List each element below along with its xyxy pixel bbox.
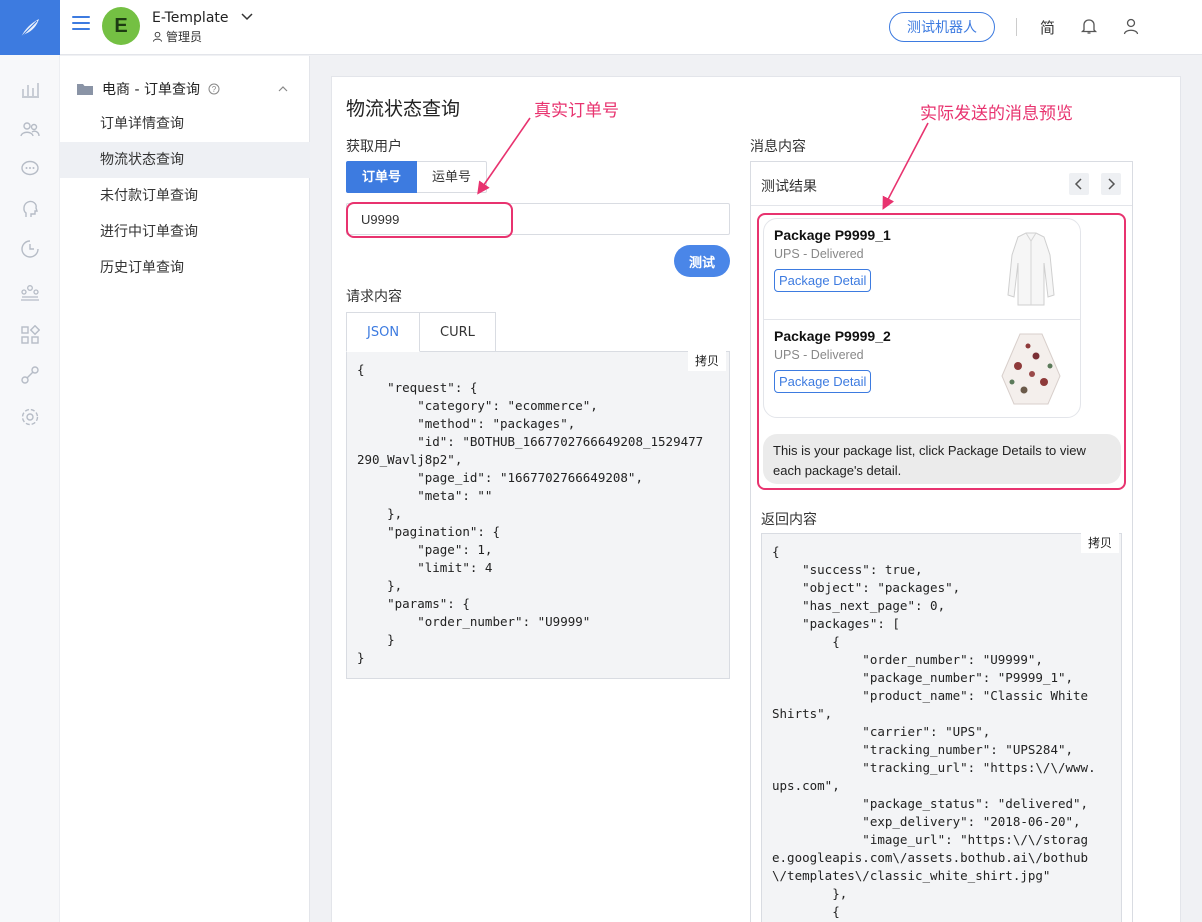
chevron-down-icon[interactable] xyxy=(240,10,254,24)
link-icon[interactable] xyxy=(20,365,40,385)
bell-icon[interactable] xyxy=(1080,17,1098,35)
icon-rail xyxy=(0,55,60,922)
annotation-order-highlight xyxy=(346,202,513,238)
tab-curl[interactable]: CURL xyxy=(420,312,496,352)
feather-logo-icon xyxy=(20,18,39,37)
sidebar-item-ongoing-orders[interactable]: 进行中订单查询 xyxy=(60,214,310,250)
top-bar: E E-Template 管理员 测试机器人 简 xyxy=(60,0,1202,55)
preview-title: 测试结果 xyxy=(761,179,817,195)
get-user-label: 获取用户 xyxy=(346,139,402,155)
preview-header: 测试结果 xyxy=(751,162,1132,206)
request-label: 请求内容 xyxy=(346,289,402,305)
user-source-toggle: 订单号 运单号 xyxy=(346,161,488,193)
language-toggle[interactable]: 简 xyxy=(1040,17,1055,38)
svg-text:?: ? xyxy=(212,85,217,94)
next-arrow-icon[interactable] xyxy=(1101,173,1121,195)
role-label: 管理员 xyxy=(166,30,203,44)
sidebar-item-history-orders[interactable]: 历史订单查询 xyxy=(60,250,310,286)
tab-json[interactable]: JSON xyxy=(346,312,421,352)
response-label: 返回内容 xyxy=(761,512,817,528)
request-tabs: JSON CURL xyxy=(346,312,496,352)
sidebar-group-ecommerce[interactable]: 电商 - 订单查询 ? xyxy=(76,78,293,100)
apps-icon[interactable] xyxy=(20,325,40,345)
app-logo[interactable] xyxy=(0,0,60,55)
template-name[interactable]: E-Template xyxy=(152,10,229,26)
chat-icon[interactable] xyxy=(20,159,40,179)
sidebar-item-order-detail[interactable]: 订单详情查询 xyxy=(60,106,310,142)
annotation-real-order: 真实订单号 xyxy=(534,101,619,121)
clock-icon[interactable] xyxy=(20,239,40,259)
prev-arrow-icon[interactable] xyxy=(1069,173,1089,195)
template-avatar[interactable]: E xyxy=(102,7,140,45)
menu-toggle-icon[interactable] xyxy=(72,16,90,30)
user-role: 管理员 xyxy=(152,28,202,45)
team-icon[interactable] xyxy=(20,283,40,303)
gear-icon[interactable] xyxy=(20,407,40,427)
annotation-preview-highlight xyxy=(757,213,1126,490)
message-content-label: 消息内容 xyxy=(750,139,806,155)
sidebar-item-unpaid-orders[interactable]: 未付款订单查询 xyxy=(60,178,310,214)
response-code: { "success": true, "object": "packages",… xyxy=(772,544,1096,919)
brain-icon[interactable] xyxy=(20,199,40,219)
sidebar-item-logistics-status[interactable]: 物流状态查询 xyxy=(60,142,310,178)
help-icon[interactable]: ? xyxy=(208,83,220,95)
sub-sidebar: 电商 - 订单查询 ? 订单详情查询 物流状态查询 未付款订单查询 进行中订单查… xyxy=(60,56,310,922)
annotation-message-preview: 实际发送的消息预览 xyxy=(920,104,1073,124)
sidebar-group-label: 电商 - 订单查询 xyxy=(102,82,200,98)
divider xyxy=(1016,18,1017,36)
test-robot-button[interactable]: 测试机器人 xyxy=(889,12,995,42)
request-code: { "request": { "category": "ecommerce", … xyxy=(357,362,704,665)
page-title: 物流状态查询 xyxy=(346,98,461,120)
segment-tracking-number[interactable]: 运单号 xyxy=(417,161,488,193)
users-icon[interactable] xyxy=(20,119,40,139)
chevron-up-icon[interactable] xyxy=(277,83,289,95)
test-button[interactable]: 测试 xyxy=(674,245,730,277)
segment-order-number[interactable]: 订单号 xyxy=(346,161,418,193)
user-icon xyxy=(152,31,163,42)
folder-icon xyxy=(77,84,93,95)
chart-icon[interactable] xyxy=(20,79,40,99)
user-icon[interactable] xyxy=(1122,17,1140,35)
